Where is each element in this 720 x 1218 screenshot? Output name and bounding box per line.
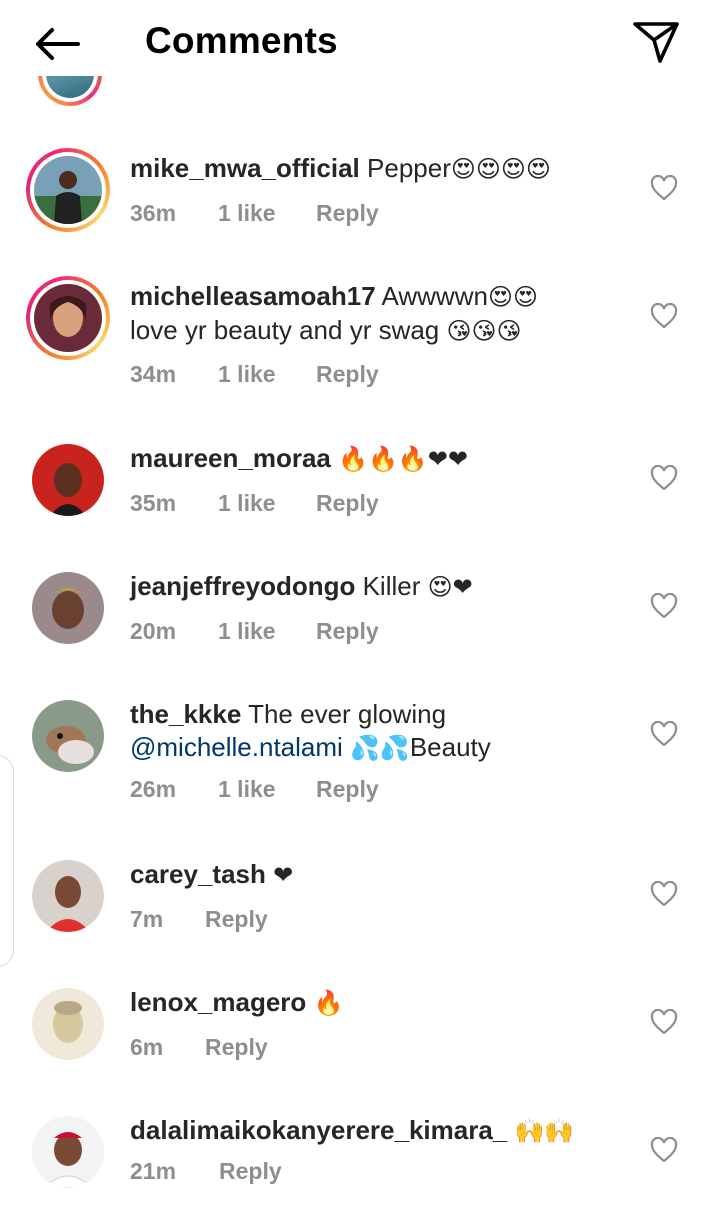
comment-time: 35m: [130, 490, 177, 516]
comment-emoji-line2: 😘😘😘: [446, 317, 522, 345]
likes-count[interactable]: 1 like: [218, 361, 316, 388]
share-button[interactable]: [630, 18, 682, 66]
comment-username[interactable]: lenox_magero: [130, 987, 306, 1017]
avatar[interactable]: [26, 1110, 110, 1194]
heart-icon[interactable]: [650, 721, 678, 747]
page-title: Comments: [145, 20, 338, 61]
comment-emoji: 😍😍😍😍: [450, 155, 551, 183]
comment-emoji: ❤: [273, 861, 294, 889]
comment-text: The ever glowing: [248, 699, 447, 729]
comment-username[interactable]: michelleasamoah17: [130, 281, 376, 311]
reply-button[interactable]: Reply: [219, 1158, 282, 1185]
comment-emoji: 💦💦: [350, 734, 410, 762]
reply-button[interactable]: Reply: [316, 361, 379, 388]
likes-count[interactable]: 1 like: [218, 490, 316, 517]
comment-text-line2: Beauty: [409, 732, 491, 762]
avatar[interactable]: [26, 982, 110, 1066]
comment-text-line2: love yr beauty and yr swag: [130, 315, 440, 345]
heart-icon[interactable]: [650, 1009, 678, 1035]
comment-mention-link[interactable]: @michelle.ntalami: [130, 732, 343, 762]
reply-button[interactable]: Reply: [316, 200, 379, 227]
heart-icon[interactable]: [650, 881, 678, 907]
comment-emoji: 🔥: [313, 989, 344, 1017]
reply-button[interactable]: Reply: [205, 906, 268, 933]
comment-emoji: 😍😍: [487, 283, 538, 311]
heart-icon[interactable]: [650, 175, 678, 201]
likes-count[interactable]: 1 like: [218, 776, 316, 803]
comment-time: 20m: [130, 618, 177, 644]
send-icon: [633, 22, 679, 63]
reply-button[interactable]: Reply: [316, 776, 379, 803]
previous-comment-avatar: [38, 76, 102, 106]
avatar[interactable]: [26, 566, 110, 650]
comment-text: Killer: [362, 571, 421, 601]
avatar[interactable]: [26, 148, 110, 232]
comment-time: 21m: [130, 1158, 177, 1184]
comment-username[interactable]: the_kkke: [130, 699, 241, 729]
comment-time: 6m: [130, 1034, 164, 1060]
header-bar: Comments: [0, 0, 720, 88]
comment-username[interactable]: carey_tash: [130, 859, 266, 889]
avatar[interactable]: [26, 276, 110, 360]
comment-emoji: 🔥🔥🔥❤❤: [338, 445, 468, 473]
reply-button[interactable]: Reply: [205, 1034, 268, 1061]
comment-time: 7m: [130, 906, 164, 932]
comment-time: 36m: [130, 200, 177, 226]
likes-count[interactable]: 1 like: [218, 618, 316, 645]
comment-emoji: 😍❤: [427, 573, 473, 601]
heart-icon[interactable]: [650, 593, 678, 619]
comment-time: 26m: [130, 776, 177, 802]
avatar[interactable]: [26, 854, 110, 938]
comment-username[interactable]: mike_mwa_official: [130, 153, 360, 183]
heart-icon[interactable]: [650, 465, 678, 491]
reply-button[interactable]: Reply: [316, 618, 379, 645]
side-panel-edge: [0, 755, 14, 967]
comment-username[interactable]: dalalimaikokanyerere_kimara_: [130, 1115, 507, 1145]
comment-username[interactable]: jeanjeffreyodongo: [130, 571, 355, 601]
heart-icon[interactable]: [650, 303, 678, 329]
arrow-left-icon: [36, 28, 80, 60]
comment-text: Awwwwn: [381, 281, 488, 311]
comment-text: Pepper: [367, 153, 451, 183]
avatar[interactable]: [26, 438, 110, 522]
comment-username[interactable]: maureen_moraa: [130, 443, 331, 473]
back-button[interactable]: [28, 22, 84, 66]
comment-time: 34m: [130, 361, 177, 387]
avatar[interactable]: [26, 694, 110, 778]
likes-count[interactable]: 1 like: [218, 200, 316, 227]
reply-button[interactable]: Reply: [316, 490, 379, 517]
heart-icon[interactable]: [650, 1137, 678, 1163]
comment-emoji: 🙌🙌: [514, 1117, 575, 1145]
